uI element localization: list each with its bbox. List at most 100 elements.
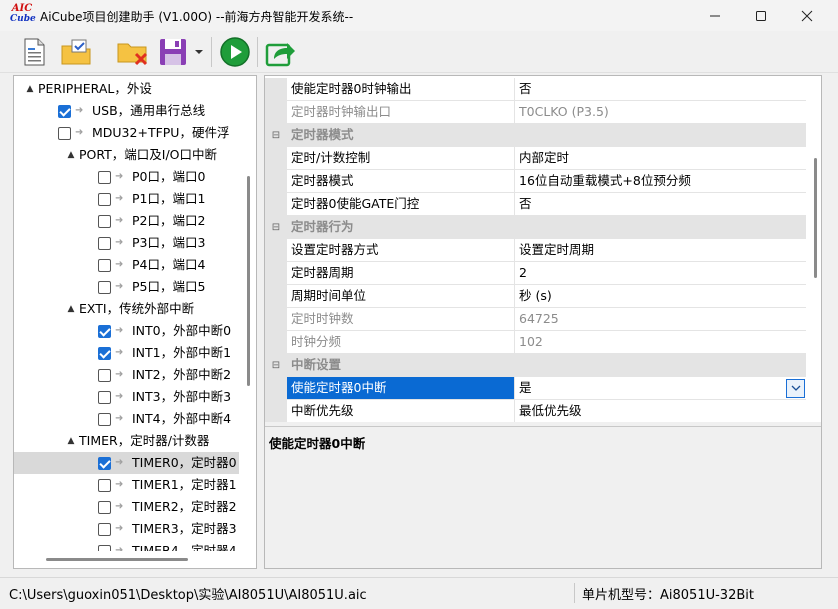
tree-item-checkbox[interactable] [98,369,111,382]
minimize-button[interactable] [692,0,738,31]
tree-item-checkbox[interactable] [98,325,111,338]
arrow-right-icon: ➜ [115,457,124,468]
tree-item-checkbox[interactable] [98,215,111,228]
property-row[interactable]: 时钟分频 102 [265,331,806,354]
property-value: T0CLKO (P3.5) [515,101,806,124]
tree-item-checkbox[interactable] [98,281,111,294]
tree-item-checkbox[interactable] [98,391,111,404]
tree-horizontal-scrollbar[interactable] [46,558,188,561]
collapse-icon[interactable]: ⊟ [265,354,287,377]
tree-item-checkbox[interactable] [58,127,71,140]
arrow-right-icon: ➜ [115,413,124,424]
property-value[interactable]: 最低优先级 [515,400,806,422]
property-row[interactable]: 设置定时器方式 设置定时周期 [265,239,806,262]
tree-item[interactable]: ➜ INT4，外部中断4 [14,408,239,430]
property-value[interactable]: 16位自动重载模式+8位预分频 [515,170,806,193]
property-value[interactable]: 设置定时周期 [515,239,806,262]
tree-item[interactable]: ➜ TIMER3，定时器3 [14,518,239,540]
property-row[interactable]: 使能定时器0中断是 [265,377,806,400]
tree-item[interactable]: ▲ PERIPHERAL，外设 [14,78,239,100]
tree-item[interactable]: ➜ P0口，端口0 [14,166,239,188]
tree-item[interactable]: ▲ TIMER，定时器/计数器 [14,430,239,452]
property-value[interactable]: 否 [515,193,806,216]
tree-expander-icon[interactable]: ▲ [65,298,77,320]
tree-item-checkbox[interactable] [98,413,111,426]
tree-item[interactable]: ➜ INT1，外部中断1 [14,342,239,364]
property-name: 定时器模式 [287,170,515,193]
property-row[interactable]: 周期时间单位秒 (s) [265,285,806,308]
tree-item[interactable]: ▲ PORT，端口及I/O口中断 [14,144,239,166]
property-value[interactable]: 2 [515,262,806,285]
export-button[interactable] [262,37,298,67]
property-row[interactable]: 使能定时器0时钟输出否 [265,78,806,101]
collapse-icon[interactable]: ⊟ [265,124,287,147]
tree-item[interactable]: ➜ TIMER1，定时器1 [14,474,239,496]
tree-item-label: P1口，端口1 [132,191,206,206]
generate-button[interactable] [218,37,252,67]
tree-expander-icon[interactable]: ▲ [24,78,36,100]
property-row[interactable]: 定时时钟数 64725 [265,308,806,331]
tree-item-label: INT2，外部中断2 [132,367,232,382]
tree-vertical-scrollbar[interactable] [247,176,250,386]
tree-item-checkbox[interactable] [98,237,111,250]
property-row[interactable]: 定时器周期 2 [265,262,806,285]
tree-item-checkbox[interactable] [98,171,111,184]
tree-item[interactable]: ➜ INT0，外部中断0 [14,320,239,342]
tree-item[interactable]: ➜ P3口，端口3 [14,232,239,254]
property-value[interactable]: 否 [515,78,806,101]
tree-item[interactable]: ➜ P2口，端口2 [14,210,239,232]
tree-item[interactable]: ➜ USB，通用串行总线 [14,100,239,122]
tree-item[interactable]: ➜ P1口，端口1 [14,188,239,210]
arrow-right-icon: ➜ [115,501,124,512]
tree-item[interactable]: ➜ TIMER0，定时器0 [14,452,239,474]
save-dropdown-button[interactable] [192,37,206,67]
property-value[interactable]: 秒 (s) [515,285,806,308]
collapse-icon[interactable]: ⊟ [265,216,287,239]
tree-item-checkbox[interactable] [98,193,111,206]
tree-item-checkbox[interactable] [58,105,71,118]
arrow-right-icon: ➜ [115,545,124,551]
tree-item-label: TIMER2，定时器2 [132,499,237,514]
open-project-button[interactable] [58,37,96,67]
property-row[interactable]: 定时/计数控制 内部定时 [265,147,806,170]
tree-item[interactable]: ➜ P4口，端口4 [14,254,239,276]
tree-expander-icon[interactable]: ▲ [65,430,77,452]
value-dropdown-button[interactable] [786,379,805,398]
close-project-button[interactable] [114,37,152,67]
property-row[interactable]: 中断优先级 最低优先级 [265,400,806,422]
property-grid-scrollbar[interactable] [814,158,817,278]
tree-item-checkbox[interactable] [98,545,111,551]
tree-expander-icon[interactable]: ▲ [65,144,77,166]
tree-item[interactable]: ➜ TIMER4，定时器4 [14,540,239,551]
property-row[interactable]: 定时器时钟输出口 T0CLKO (P3.5) [265,101,806,124]
tree-item[interactable]: ▲ EXTI，传统外部中断 [14,298,239,320]
tree-item[interactable]: ➜ MDU32+TFPU，硬件浮 [14,122,239,144]
tree-item[interactable]: ➜ P5口，端口5 [14,276,239,298]
tree-item[interactable]: ➜ INT2，外部中断2 [14,364,239,386]
tree-item-checkbox[interactable] [98,501,111,514]
arrow-right-icon: ➜ [75,127,84,138]
folder-close-icon [117,43,148,66]
property-value[interactable]: 内部定时 [515,147,806,170]
property-row[interactable]: 定时器模式 16位自动重载模式+8位预分频 [265,170,806,193]
tree-item[interactable]: ➜ TIMER2，定时器2 [14,496,239,518]
minimize-icon [710,15,720,16]
tree-item-label: PERIPHERAL，外设 [38,81,152,96]
maximize-button[interactable] [738,0,784,31]
tree-item-label: TIMER，定时器/计数器 [79,433,210,448]
property-row[interactable]: 定时器0使能GATE门控否 [265,193,806,216]
property-value-text: 64725 [519,311,559,326]
tree-item-checkbox[interactable] [98,479,111,492]
tree-item-checkbox[interactable] [98,347,111,360]
save-button[interactable] [156,37,190,67]
new-project-button[interactable] [18,37,50,67]
tree-item-checkbox[interactable] [98,523,111,536]
tree-item-checkbox[interactable] [98,457,111,470]
close-button[interactable] [784,0,830,31]
tree-item-checkbox[interactable] [98,259,111,272]
property-value[interactable]: 是 [515,377,806,400]
property-name: 使能定时器0中断 [287,377,515,400]
row-gutter [265,331,287,354]
property-value-text: 2 [519,265,527,280]
tree-item[interactable]: ➜ INT3，外部中断3 [14,386,239,408]
